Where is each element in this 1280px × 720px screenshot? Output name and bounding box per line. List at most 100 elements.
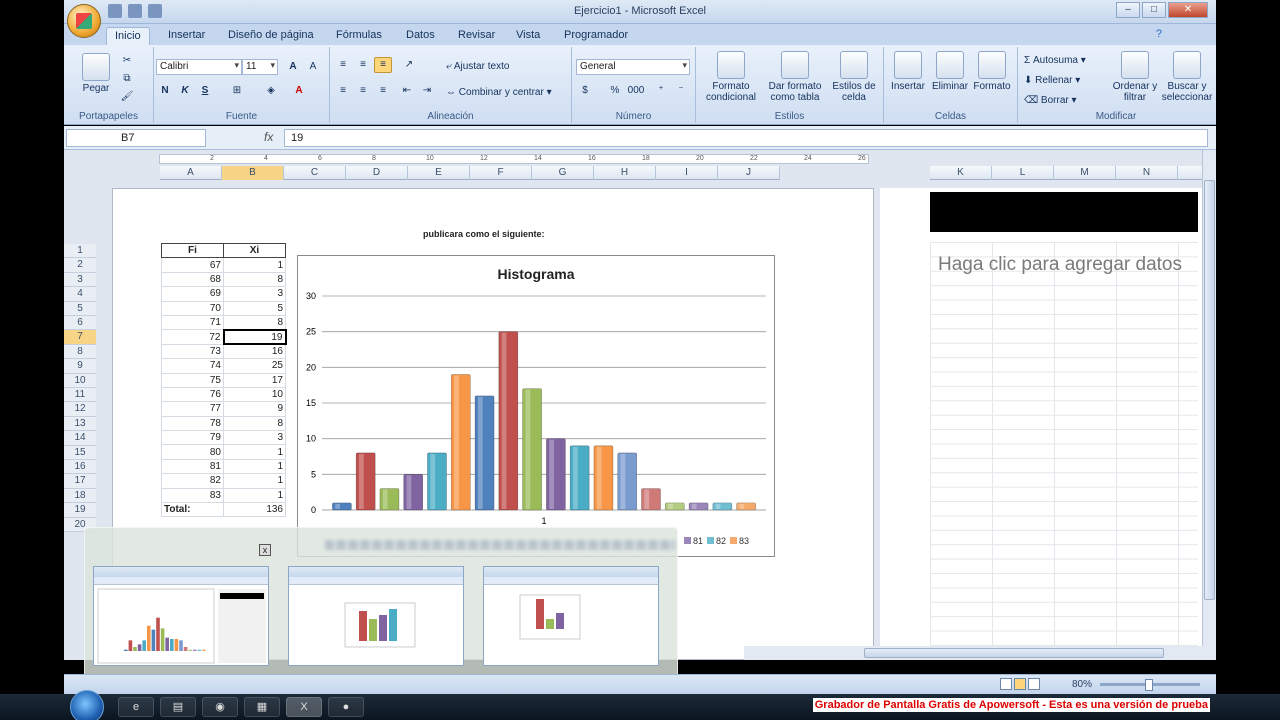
column-header-e[interactable]: E [408, 166, 470, 180]
row-header-1[interactable]: 1 [64, 244, 96, 259]
cell-styles-button[interactable]: Estilos de celda [828, 51, 880, 103]
grow-font-icon[interactable]: A [284, 59, 302, 75]
cell-xi[interactable]: 16 [223, 343, 286, 360]
close-button[interactable]: ✕ [1168, 2, 1208, 18]
sort-filter-button[interactable]: Ordenar y filtrar [1110, 51, 1160, 103]
column-header-c[interactable]: C [284, 166, 346, 180]
row-header-10[interactable]: 10 [64, 373, 96, 388]
insert-cells-button[interactable]: Insertar [888, 51, 928, 92]
decrease-indent-icon[interactable]: ⇤ [398, 83, 416, 99]
preview-thumbnail-3[interactable] [483, 566, 659, 666]
cell-fi[interactable]: 74 [161, 358, 224, 374]
help-icon[interactable]: ? [1156, 28, 1162, 40]
cell-xi[interactable]: 17 [223, 372, 286, 388]
column-header-l[interactable]: L [992, 166, 1054, 180]
page-layout-view-icon[interactable] [1014, 678, 1026, 690]
autosum-button[interactable]: Σ Autosuma ▾ [1024, 55, 1086, 66]
horizontal-scrollbar[interactable] [744, 646, 1204, 660]
tab-insertar[interactable]: Insertar [160, 27, 213, 45]
column-header-f[interactable]: F [470, 166, 532, 180]
font-name-combo[interactable]: Calibri [156, 59, 242, 75]
bar-75[interactable] [522, 388, 542, 511]
bold-button[interactable]: N [156, 83, 174, 99]
tab-revisar[interactable]: Revisar [450, 27, 503, 45]
row-header-8[interactable]: 8 [64, 344, 96, 360]
cell-xi[interactable]: 8 [223, 415, 286, 432]
font-size-combo[interactable]: 11 [242, 59, 278, 75]
taskbar-recorder-icon[interactable]: ● [328, 697, 364, 717]
fill-button[interactable]: ⬇ Rellenar ▾ [1024, 75, 1080, 86]
align-right-icon[interactable]: ≡ [374, 83, 392, 99]
zoom-slider[interactable] [1100, 679, 1200, 691]
align-top-icon[interactable]: ≡ [334, 57, 352, 73]
align-middle-icon[interactable]: ≡ [354, 57, 372, 73]
delete-cells-button[interactable]: Eliminar [930, 51, 970, 92]
find-select-button[interactable]: Buscar y seleccionar [1160, 51, 1214, 103]
format-cells-button[interactable]: Formato [972, 51, 1012, 92]
cell-fi[interactable]: 72 [161, 329, 224, 345]
undo-icon[interactable] [128, 4, 142, 18]
tab-datos[interactable]: Datos [398, 27, 443, 45]
cell-xi[interactable]: 8 [223, 314, 286, 331]
row-header-14[interactable]: 14 [64, 431, 96, 446]
row-header-18[interactable]: 18 [64, 488, 96, 504]
cell-fi[interactable]: 80 [161, 444, 224, 460]
font-color-icon[interactable]: A [290, 83, 308, 99]
cut-icon[interactable]: ✂ [118, 53, 136, 69]
row-header-5[interactable]: 5 [64, 301, 96, 316]
row-header-19[interactable]: 19 [64, 503, 96, 518]
redo-icon[interactable] [148, 4, 162, 18]
shrink-font-icon[interactable]: A [304, 59, 322, 75]
tab-formulas[interactable]: Fórmulas [328, 27, 390, 45]
bar-68[interactable] [355, 452, 376, 511]
vertical-scroll-thumb[interactable] [1204, 180, 1215, 600]
row-header-7[interactable]: 7 [64, 330, 96, 345]
italic-button[interactable]: K [176, 83, 194, 99]
cell-xi[interactable]: 1 [223, 444, 286, 460]
copy-icon[interactable]: ⧉ [118, 71, 136, 87]
header-xi[interactable]: Xi [223, 242, 286, 259]
cell-xi[interactable]: 1 [223, 257, 286, 273]
row-header-15[interactable]: 15 [64, 445, 96, 460]
column-header-d[interactable]: D [346, 166, 408, 180]
fill-color-icon[interactable]: ◈ [262, 83, 280, 99]
column-header-k[interactable]: K [930, 166, 992, 180]
histogram-chart[interactable]: Histograma 0 5 10 15 20 25 30 1 [297, 255, 775, 557]
start-button[interactable] [70, 690, 104, 720]
preview-thumbnail-2[interactable] [288, 566, 464, 666]
cell-fi[interactable]: 73 [161, 343, 224, 360]
thousands-button[interactable]: 000 [624, 83, 648, 99]
cell-xi[interactable]: 25 [223, 358, 286, 374]
cell-fi[interactable]: 79 [161, 430, 224, 446]
row-header-13[interactable]: 13 [64, 416, 96, 432]
row-header-4[interactable]: 4 [64, 287, 96, 302]
page-break-view-icon[interactable] [1028, 678, 1040, 690]
align-center-icon[interactable]: ≡ [354, 83, 372, 99]
formula-input[interactable]: 19 [284, 129, 1208, 147]
bar-74[interactable] [498, 331, 519, 511]
taskbar-ie-icon[interactable]: e [118, 697, 154, 717]
maximize-button[interactable]: □ [1142, 2, 1166, 18]
cell-xi[interactable]: 3 [223, 430, 286, 446]
tab-inicio[interactable]: Inicio [106, 27, 150, 45]
align-left-icon[interactable]: ≡ [334, 83, 352, 99]
column-header-i[interactable]: I [656, 166, 718, 180]
align-bottom-icon[interactable]: ≡ [374, 57, 392, 73]
normal-view-icon[interactable] [1000, 678, 1012, 690]
column-header-g[interactable]: G [532, 166, 594, 180]
vertical-scrollbar[interactable] [1202, 150, 1216, 660]
column-header-j[interactable]: J [718, 166, 780, 180]
cell-fi[interactable]: 67 [161, 257, 224, 273]
name-box[interactable]: B7 [66, 129, 206, 147]
cell-fi[interactable]: 78 [161, 415, 224, 432]
cell-xi[interactable]: 1 [223, 458, 286, 475]
add-data-placeholder[interactable]: Haga clic para agregar datos [938, 254, 1200, 276]
row-header-3[interactable]: 3 [64, 272, 96, 288]
taskbar-app-icon[interactable]: ▦ [244, 697, 280, 717]
taskbar-folder-icon[interactable]: ▤ [160, 697, 196, 717]
increase-indent-icon[interactable]: ⇥ [418, 83, 436, 99]
cell-xi[interactable]: 3 [223, 286, 286, 302]
cell-fi[interactable]: 82 [161, 473, 224, 489]
row-header-6[interactable]: 6 [64, 316, 96, 331]
cell-fi[interactable]: 77 [161, 401, 224, 417]
